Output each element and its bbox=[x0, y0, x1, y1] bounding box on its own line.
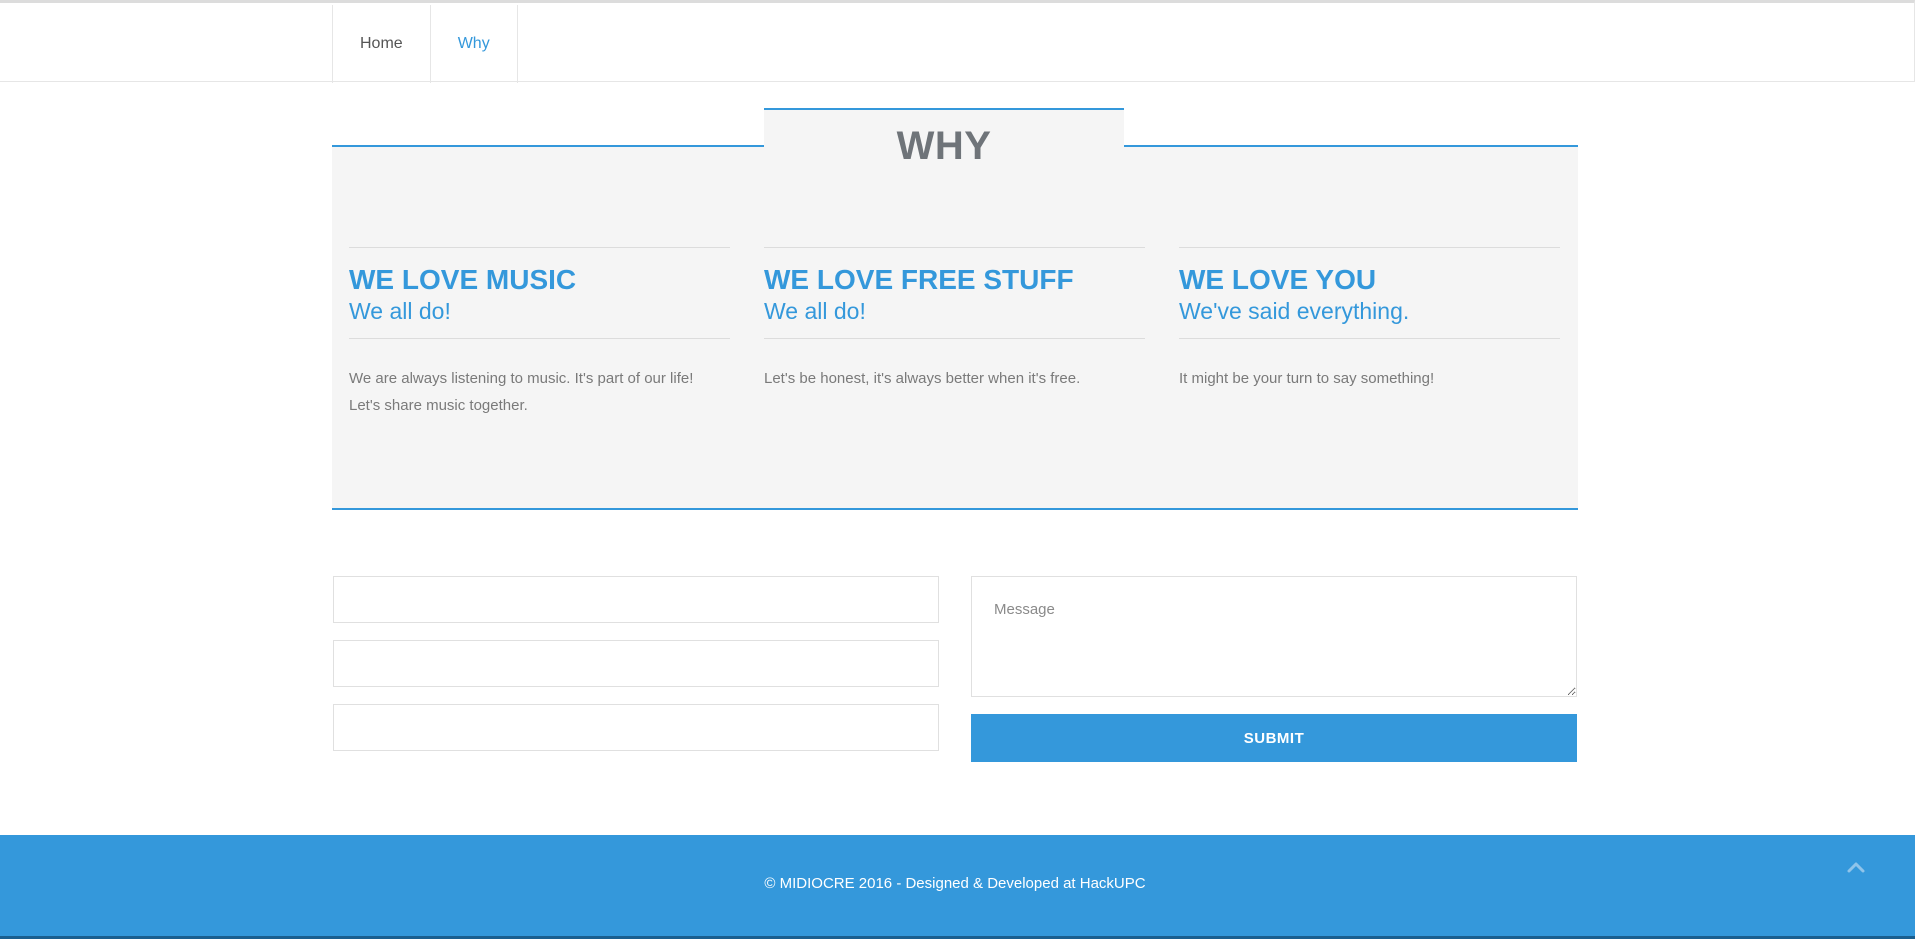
divider bbox=[349, 247, 730, 248]
divider bbox=[764, 338, 1145, 339]
why-column-you: WE LOVE YOU We've said everything. It mi… bbox=[1179, 247, 1560, 392]
column-heading: WE LOVE YOU bbox=[1179, 264, 1377, 295]
main-nav: Home Why bbox=[332, 5, 518, 83]
divider bbox=[764, 247, 1145, 248]
column-text: We are always listening to music. It's p… bbox=[349, 365, 730, 419]
why-column-free-stuff: WE LOVE FREE STUFF We all do! Let's be h… bbox=[764, 247, 1145, 392]
column-subheading: We all do! bbox=[349, 298, 451, 324]
column-subheading: We all do! bbox=[764, 298, 866, 324]
why-column-music: WE LOVE MUSIC We all do! We are always l… bbox=[349, 247, 730, 419]
name-input[interactable] bbox=[333, 576, 939, 623]
column-text-line: It might be your turn to say something! bbox=[1179, 370, 1435, 387]
divider bbox=[1179, 338, 1560, 339]
nav-item-why[interactable]: Why bbox=[429, 5, 518, 83]
column-heading: WE LOVE MUSIC bbox=[349, 264, 577, 295]
footer: © MIDIOCRE 2016 - Designed & Developed a… bbox=[0, 835, 1915, 939]
why-title-tab: WHY bbox=[764, 108, 1124, 168]
section-title: WHY bbox=[896, 124, 992, 168]
chevron-up-icon[interactable] bbox=[1842, 853, 1870, 881]
divider bbox=[349, 338, 730, 339]
nav-item-home[interactable]: Home bbox=[332, 5, 430, 83]
column-text-line: Let's be honest, it's always better when… bbox=[764, 370, 1081, 387]
column-subheading: We've said everything. bbox=[1179, 298, 1410, 324]
email-input[interactable] bbox=[333, 640, 939, 687]
footer-copyright: © MIDIOCRE 2016 - Designed & Developed a… bbox=[764, 875, 1146, 892]
why-section: WE LOVE MUSIC We all do! We are always l… bbox=[332, 145, 1578, 510]
message-textarea[interactable] bbox=[971, 576, 1577, 697]
submit-button[interactable]: SUBMIT bbox=[971, 714, 1577, 762]
column-text: Let's be honest, it's always better when… bbox=[764, 365, 1145, 392]
column-text-line: Let's share music together. bbox=[349, 397, 528, 414]
column-heading: WE LOVE FREE STUFF bbox=[764, 264, 1074, 295]
subject-input[interactable] bbox=[333, 704, 939, 751]
divider bbox=[1179, 247, 1560, 248]
page: Home Why WE LOVE MUSIC We all do! We are… bbox=[0, 0, 1915, 939]
column-text-line: We are always listening to music. It's p… bbox=[349, 370, 694, 387]
top-navbar: Home Why bbox=[0, 0, 1915, 83]
column-text: It might be your turn to say something! bbox=[1179, 365, 1560, 392]
